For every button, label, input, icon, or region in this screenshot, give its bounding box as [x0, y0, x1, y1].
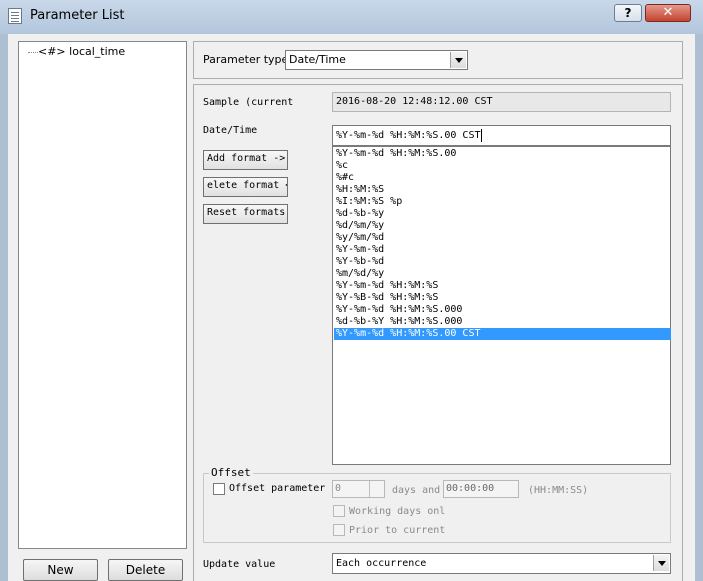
- parameter-tree[interactable]: [18, 41, 187, 549]
- window-title: Parameter List: [30, 8, 125, 23]
- days-label: days and: [392, 485, 441, 496]
- close-button[interactable]: ✕: [645, 4, 691, 22]
- time-format-hint: (HH:MM:SS): [528, 485, 589, 496]
- update-value-select[interactable]: Each occurrence: [332, 553, 671, 574]
- window-icon: [8, 8, 22, 24]
- datetime-label: Date/Time: [203, 125, 258, 136]
- add-format-button[interactable]: Add format ->: [203, 150, 288, 170]
- datetime-format-value: %Y-%m-%d %H:%M:%S.00 CST: [336, 130, 481, 141]
- chevron-down-icon[interactable]: [450, 52, 466, 68]
- format-list-item-selected[interactable]: %Y-%m-%d %H:%M:%S.00 CST: [334, 328, 671, 340]
- format-list-item[interactable]: %H:%M:%S: [334, 184, 671, 196]
- sample-label: Sample (current: [203, 97, 294, 108]
- new-button[interactable]: New: [23, 559, 98, 581]
- format-list-item[interactable]: %Y-%B-%d %H:%M:%S: [334, 292, 671, 304]
- format-list-item[interactable]: %I:%M:%S %p: [334, 196, 671, 208]
- format-list[interactable]: %Y-%m-%d %H:%M:%S.00 %c %#c %H:%M:%S %I:…: [332, 146, 671, 465]
- tree-connector: [28, 52, 38, 53]
- format-list-item[interactable]: %d-%b-%Y %H:%M:%S.000: [334, 316, 671, 328]
- format-list-item[interactable]: %y/%m/%d: [334, 232, 671, 244]
- working-days-checkbox[interactable]: [333, 505, 345, 517]
- stepper-up-icon[interactable]: [369, 481, 384, 489]
- format-list-item[interactable]: %c: [334, 160, 671, 172]
- datetime-format-input[interactable]: %Y-%m-%d %H:%M:%S.00 CST: [332, 125, 671, 146]
- format-list-item[interactable]: %Y-%m-%d %H:%M:%S.000: [334, 304, 671, 316]
- prior-to-current-label: Prior to current: [349, 525, 446, 536]
- delete-button[interactable]: Delete: [108, 559, 183, 581]
- days-stepper[interactable]: 0: [332, 480, 385, 498]
- parameter-type-label: Parameter type:: [203, 53, 293, 66]
- sample-value: 2016-08-20 12:48:12.00 CST: [332, 92, 671, 112]
- format-list-item[interactable]: %Y-%m-%d %H:%M:%S: [334, 280, 671, 292]
- update-value-selected: Each occurrence: [336, 558, 427, 569]
- offset-legend: Offset: [209, 466, 253, 479]
- text-caret: [480, 128, 482, 142]
- delete-format-button[interactable]: elete format <: [203, 177, 288, 197]
- format-list-item[interactable]: %m/%d/%y: [334, 268, 671, 280]
- help-button[interactable]: ?: [614, 4, 642, 22]
- offset-time-input[interactable]: 00:00:00: [443, 480, 519, 498]
- offset-parameter-checkbox[interactable]: [213, 483, 225, 495]
- stepper-down-icon[interactable]: [369, 489, 384, 497]
- format-list-item[interactable]: %Y-%m-%d %H:%M:%S.00: [334, 148, 671, 160]
- tree-node-local-time[interactable]: <#> local_time: [38, 45, 125, 58]
- format-list-item[interactable]: %Y-%b-%d: [334, 256, 671, 268]
- update-value-label: Update value: [203, 559, 276, 570]
- format-list-item[interactable]: %#c: [334, 172, 671, 184]
- reset-formats-button[interactable]: Reset formats: [203, 204, 288, 224]
- parameter-type-value: Date/Time: [289, 53, 346, 66]
- format-list-item[interactable]: %Y-%m-%d: [334, 244, 671, 256]
- parameter-type-select[interactable]: Date/Time: [285, 50, 468, 70]
- format-list-item[interactable]: %d-%b-%y: [334, 208, 671, 220]
- format-list-item[interactable]: %d/%m/%y: [334, 220, 671, 232]
- tree-node-label: local_time: [69, 45, 126, 58]
- offset-parameter-label: Offset parameter: [229, 483, 326, 494]
- tree-node-prefix: <#>: [38, 45, 66, 58]
- days-value: 0: [335, 483, 342, 494]
- working-days-label: Working days onl: [349, 506, 446, 517]
- chevron-down-icon[interactable]: [653, 555, 669, 571]
- prior-to-current-checkbox[interactable]: [333, 524, 345, 536]
